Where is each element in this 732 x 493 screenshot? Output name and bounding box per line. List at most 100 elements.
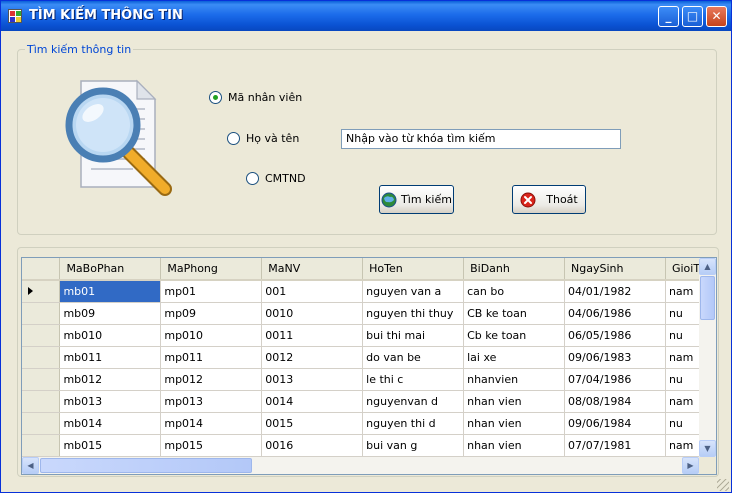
title-bar[interactable]: TÌM KIẾM THÔNG TIN _ □ ✕: [1, 1, 731, 31]
radio-id-card-label: CMTND: [265, 172, 306, 185]
grid-cell[interactable]: 0016: [261, 434, 364, 457]
grid-cell[interactable]: mb013: [59, 390, 162, 413]
table-row[interactable]: mb01 mp01 001 nguyen van a can bo 04/01/…: [22, 280, 716, 303]
grid-cell[interactable]: 09/06/1983: [564, 346, 666, 369]
grid-cell[interactable]: 07/07/1981: [564, 434, 666, 457]
grid-cell[interactable]: mb011: [59, 346, 162, 369]
table-row[interactable]: mb010 mp010 0011 bui thi mai Cb ke toan …: [22, 324, 716, 347]
scroll-down-icon[interactable]: ▼: [699, 440, 716, 457]
grid-cell[interactable]: mp013: [160, 390, 263, 413]
radio-employee-id-indicator[interactable]: [209, 91, 222, 104]
grid-cell[interactable]: do van be: [362, 346, 465, 369]
search-group-title: Tìm kiếm thông tin: [25, 43, 134, 56]
grid-cell[interactable]: le thi c: [362, 368, 465, 391]
grid-cell[interactable]: mp011: [160, 346, 263, 369]
table-row[interactable]: mb015 mp015 0016 bui van g nhan vien 07/…: [22, 434, 716, 457]
grid-cell[interactable]: nguyen van a: [362, 280, 465, 303]
column-header[interactable]: MaPhong: [160, 258, 263, 281]
column-header[interactable]: BiDanh: [463, 258, 566, 281]
grid-cell[interactable]: CB ke toan: [463, 302, 566, 325]
grid-cell[interactable]: 04/01/1982: [564, 280, 666, 303]
grid-cell[interactable]: bui van g: [362, 434, 465, 457]
row-header[interactable]: [22, 324, 61, 347]
column-header[interactable]: HoTen: [362, 258, 465, 281]
grid-cell[interactable]: 0012: [261, 346, 364, 369]
grid-cell[interactable]: mb015: [59, 434, 162, 457]
grid-cell[interactable]: 09/06/1984: [564, 412, 666, 435]
grid-cell[interactable]: lai xe: [463, 346, 566, 369]
grid-cell[interactable]: mp014: [160, 412, 263, 435]
grid-cell[interactable]: mb010: [59, 324, 162, 347]
close-button[interactable]: ✕: [706, 6, 727, 27]
grid-cell[interactable]: mp01: [160, 280, 263, 303]
grid-cell[interactable]: 08/08/1984: [564, 390, 666, 413]
horizontal-scroll-thumb[interactable]: [40, 458, 252, 473]
column-header[interactable]: MaNV: [261, 258, 364, 281]
radio-full-name-label: Họ và tên: [246, 132, 300, 145]
grid-cell[interactable]: 0011: [261, 324, 364, 347]
grid-cell[interactable]: nguyen thi d: [362, 412, 465, 435]
radio-id-card[interactable]: CMTND: [246, 172, 306, 185]
grid-cell[interactable]: can bo: [463, 280, 566, 303]
table-row[interactable]: mb013 mp013 0014 nguyenvan d nhan vien 0…: [22, 390, 716, 413]
column-header[interactable]: MaBoPhan: [59, 258, 162, 281]
maximize-button[interactable]: □: [682, 6, 703, 27]
grid-cell[interactable]: 0015: [261, 412, 364, 435]
grid-cell[interactable]: mp015: [160, 434, 263, 457]
search-button[interactable]: Tìm kiếm: [379, 185, 454, 214]
grid-cell[interactable]: mp012: [160, 368, 263, 391]
grid-cell[interactable]: bui thi mai: [362, 324, 465, 347]
scrollbar-corner: [699, 457, 716, 474]
column-header[interactable]: NgaySinh: [564, 258, 666, 281]
vertical-scroll-thumb[interactable]: [700, 276, 715, 320]
scroll-left-icon[interactable]: ◀: [22, 457, 39, 474]
table-row[interactable]: mb09 mp09 0010 nguyen thi thuy CB ke toa…: [22, 302, 716, 325]
grid-cell[interactable]: nguyenvan d: [362, 390, 465, 413]
grid-cell[interactable]: 001: [261, 280, 364, 303]
row-header[interactable]: [22, 368, 61, 391]
scroll-up-icon[interactable]: ▲: [699, 258, 716, 275]
exit-button[interactable]: Thoát: [512, 185, 586, 214]
table-row[interactable]: mb014 mp014 0015 nguyen thi d nhan vien …: [22, 412, 716, 435]
row-header[interactable]: [22, 434, 61, 457]
row-header[interactable]: [22, 280, 61, 303]
grid-cell[interactable]: nhan vien: [463, 434, 566, 457]
grid-cell[interactable]: 07/04/1986: [564, 368, 666, 391]
grid-cell[interactable]: 0014: [261, 390, 364, 413]
vertical-scrollbar[interactable]: ▲ ▼: [699, 258, 716, 457]
results-grid[interactable]: MaBoPhan MaPhong MaNV HoTen BiDanh NgayS…: [21, 257, 717, 475]
grid-cell[interactable]: nhanvien: [463, 368, 566, 391]
radio-id-card-indicator[interactable]: [246, 172, 259, 185]
scroll-right-icon[interactable]: ▶: [682, 457, 699, 474]
grid-cell[interactable]: mb09: [59, 302, 162, 325]
radio-employee-id[interactable]: Mã nhân viên: [209, 91, 302, 104]
grid-cell[interactable]: mb014: [59, 412, 162, 435]
grid-cell[interactable]: 0013: [261, 368, 364, 391]
row-header[interactable]: [22, 346, 61, 369]
grid-cell[interactable]: 06/05/1986: [564, 324, 666, 347]
search-globe-icon: [381, 192, 397, 207]
table-row[interactable]: mb011 mp011 0012 do van be lai xe 09/06/…: [22, 346, 716, 369]
grid-cell[interactable]: Cb ke toan: [463, 324, 566, 347]
grid-cell[interactable]: 04/06/1986: [564, 302, 666, 325]
radio-full-name-indicator[interactable]: [227, 132, 240, 145]
table-row[interactable]: mb012 mp012 0013 le thi c nhanvien 07/04…: [22, 368, 716, 391]
grid-cell[interactable]: mp09: [160, 302, 263, 325]
grid-cell[interactable]: mp010: [160, 324, 263, 347]
row-header[interactable]: [22, 390, 61, 413]
grid-cell[interactable]: mb01: [59, 280, 162, 303]
grid-cell[interactable]: 0010: [261, 302, 364, 325]
exit-icon: [520, 192, 536, 207]
grid-corner-header[interactable]: [22, 258, 61, 281]
horizontal-scrollbar[interactable]: ◀ ▶: [22, 457, 699, 474]
resize-grip-icon[interactable]: [717, 479, 729, 491]
row-header[interactable]: [22, 302, 61, 325]
keyword-input[interactable]: Nhập vào từ khóa tìm kiếm: [341, 129, 621, 149]
grid-cell[interactable]: mb012: [59, 368, 162, 391]
grid-cell[interactable]: nhan vien: [463, 412, 566, 435]
radio-full-name[interactable]: Họ và tên: [227, 132, 299, 145]
grid-cell[interactable]: nhan vien: [463, 390, 566, 413]
minimize-button[interactable]: _: [658, 6, 679, 27]
grid-cell[interactable]: nguyen thi thuy: [362, 302, 465, 325]
row-header[interactable]: [22, 412, 61, 435]
